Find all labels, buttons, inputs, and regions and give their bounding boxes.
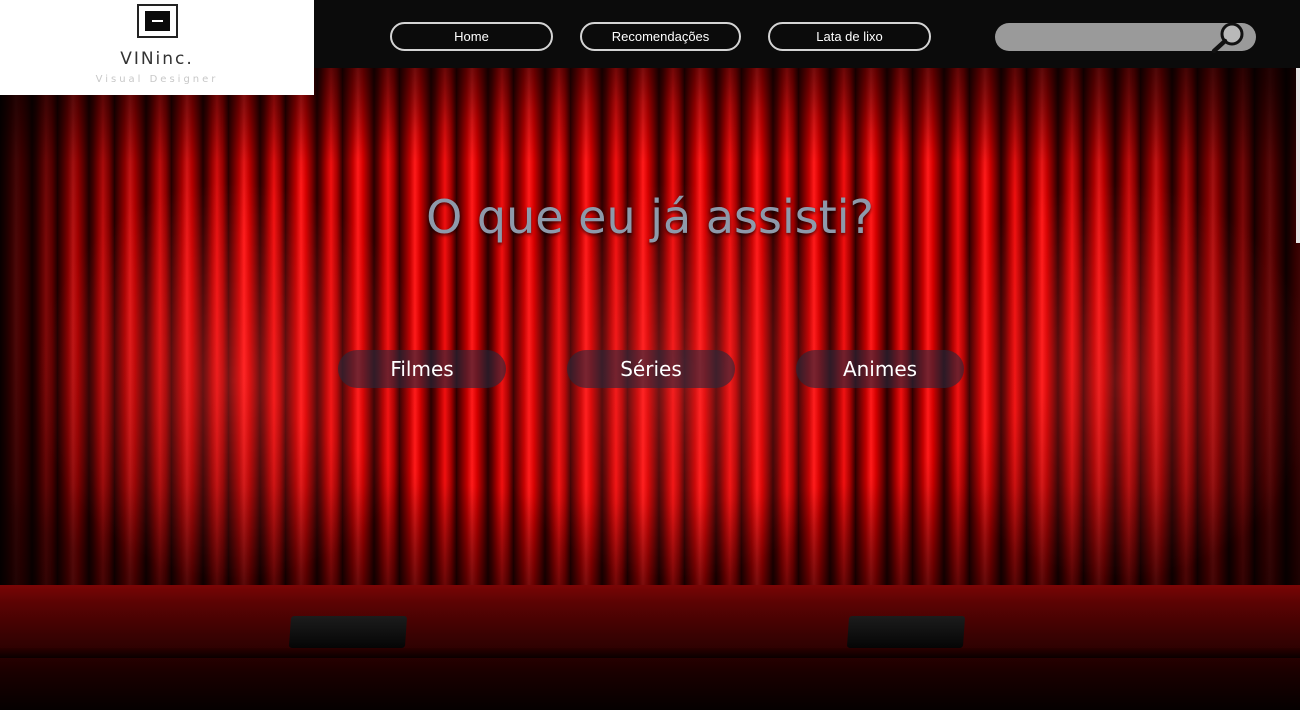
search-input[interactable]: [1007, 26, 1205, 48]
nav-home-button[interactable]: Home: [390, 22, 553, 51]
curtain-spotlight: [0, 68, 1300, 590]
logo-mark-icon: [137, 4, 178, 38]
category-animes-button[interactable]: Animes: [796, 350, 964, 388]
magnifier-icon[interactable]: [1210, 21, 1250, 54]
nav-trash-button[interactable]: Lata de lixo: [768, 22, 931, 51]
brand-name: VINinc.: [120, 49, 194, 69]
category-series-button[interactable]: Séries: [567, 350, 735, 388]
nav-recommendations-button[interactable]: Recomendações: [580, 22, 741, 51]
stage-light-right: [846, 616, 966, 648]
brand-tagline: Visual Designer: [95, 74, 219, 85]
stage-light-left: [288, 616, 408, 648]
page-title: O que eu já assisti?: [426, 190, 874, 244]
category-filmes-button[interactable]: Filmes: [338, 350, 506, 388]
brand-logo[interactable]: VINinc. Visual Designer: [0, 0, 314, 95]
stage-floor-edge: [0, 648, 1300, 658]
